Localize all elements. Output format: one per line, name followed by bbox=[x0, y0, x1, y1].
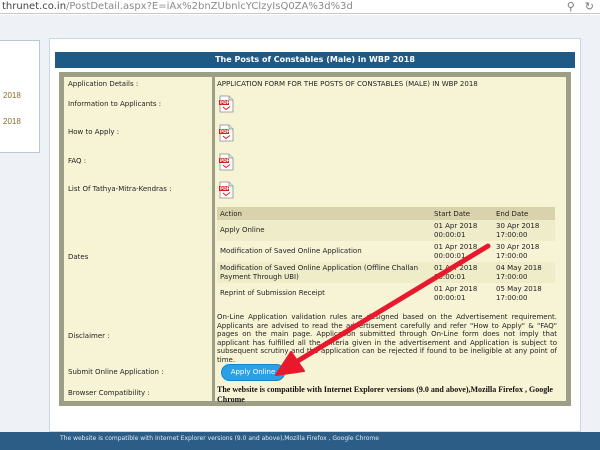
column-header-action: Action bbox=[217, 207, 431, 220]
dates-table-header: Action Start Date End Date bbox=[217, 207, 555, 220]
row-start: 01 Apr 2018 00:00:01 bbox=[431, 262, 493, 283]
pdf-icon-label: PDF bbox=[220, 158, 230, 163]
application-details-value: APPLICATION FORM FOR THE POSTS OF CONSTA… bbox=[217, 80, 478, 88]
end-date: 30 Apr 2018 bbox=[496, 242, 540, 251]
table-row: Reprint of Submission Receipt 01 Apr 201… bbox=[217, 283, 555, 304]
end-time: 17:00:00 bbox=[496, 272, 528, 281]
left-panel-year-2: 2018 bbox=[3, 117, 21, 126]
row-start: 01 Apr 2018 00:00:01 bbox=[431, 241, 493, 262]
disclaimer-text: On-Line Application validation rules are… bbox=[217, 313, 557, 364]
pdf-icon-label: PDF bbox=[220, 129, 230, 134]
pdf-icon-label: PDF bbox=[220, 186, 230, 191]
dates-table: Action Start Date End Date Apply Online … bbox=[217, 207, 555, 304]
browser-compatibility-text: The website is compatible with Internet … bbox=[217, 385, 553, 404]
column-divider bbox=[212, 77, 215, 401]
label-how-to-apply: How to Apply : bbox=[68, 128, 120, 136]
label-faq: FAQ : bbox=[68, 157, 87, 165]
label-disclaimer: Disclaimer : bbox=[68, 332, 110, 340]
pdf-icon[interactable]: PDF bbox=[219, 181, 234, 199]
footer-bar: The website is compatible with Internet … bbox=[0, 432, 600, 450]
end-date: 30 Apr 2018 bbox=[496, 221, 540, 230]
post-title: The Posts of Constables (Male) in WBP 20… bbox=[55, 52, 575, 68]
start-time: 00:00:01 bbox=[434, 230, 466, 239]
footer-text: The website is compatible with Internet … bbox=[60, 435, 379, 442]
start-date: 01 Apr 2018 bbox=[434, 284, 478, 293]
row-end: 05 May 2018 17:00:00 bbox=[493, 283, 555, 304]
end-date: 04 May 2018 bbox=[496, 263, 542, 272]
row-end: 30 Apr 2018 17:00:00 bbox=[493, 220, 555, 241]
pdf-icon[interactable]: PDF bbox=[219, 124, 234, 142]
start-time: 00:00:01 bbox=[434, 251, 466, 260]
end-time: 17:00:00 bbox=[496, 230, 528, 239]
end-time: 17:00:00 bbox=[496, 251, 528, 260]
start-time: 00:00:01 bbox=[434, 272, 466, 281]
url-path: /PostDetail.aspx?E=iAx%2bnZUbnlcYClzyIsQ… bbox=[66, 1, 353, 12]
start-time: 00:00:01 bbox=[434, 293, 466, 302]
table-row: Modification of Saved Online Application… bbox=[217, 262, 555, 283]
row-end: 04 May 2018 17:00:00 bbox=[493, 262, 555, 283]
search-icon[interactable]: ⚲ bbox=[567, 0, 575, 13]
table-row: Modification of Saved Online Application… bbox=[217, 241, 555, 262]
table-row: Apply Online 01 Apr 2018 00:00:01 30 Apr … bbox=[217, 220, 555, 241]
column-header-end-date: End Date bbox=[493, 207, 555, 220]
start-date: 01 Apr 2018 bbox=[434, 221, 478, 230]
post-details-box: Application Details : Information to App… bbox=[59, 72, 571, 406]
url-host: thrunet.co.in bbox=[2, 1, 67, 12]
label-application-details: Application Details : bbox=[68, 80, 139, 88]
label-submit-online: Submit Online Application : bbox=[68, 368, 164, 376]
left-panel-year: 2018 bbox=[3, 91, 21, 100]
row-action: Modification of Saved Online Application… bbox=[217, 262, 431, 283]
end-time: 17:00:00 bbox=[496, 293, 528, 302]
start-date: 01 Apr 2018 bbox=[434, 263, 478, 272]
label-information: Information to Applicants : bbox=[68, 100, 162, 108]
left-side-panel: 2018 2018 bbox=[0, 40, 40, 153]
row-start: 01 Apr 2018 00:00:01 bbox=[431, 283, 493, 304]
apply-online-button[interactable]: Apply Online bbox=[221, 364, 285, 381]
pdf-icon[interactable]: PDF bbox=[219, 153, 234, 171]
row-start: 01 Apr 2018 00:00:01 bbox=[431, 220, 493, 241]
row-end: 30 Apr 2018 17:00:00 bbox=[493, 241, 555, 262]
pdf-icon[interactable]: PDF bbox=[219, 95, 234, 113]
row-action: Reprint of Submission Receipt bbox=[220, 289, 325, 297]
address-bar[interactable]: thrunet.co.in/PostDetail.aspx?E=iAx%2bnZ… bbox=[0, 0, 600, 14]
reload-icon[interactable]: ↻ bbox=[585, 0, 594, 13]
row-action: Apply Online bbox=[217, 220, 431, 241]
start-date: 01 Apr 2018 bbox=[434, 242, 478, 251]
pdf-icon-label: PDF bbox=[220, 100, 230, 105]
label-tathya-mitra: List Of Tathya-Mitra-Kendras : bbox=[68, 185, 172, 193]
url-text[interactable]: thrunet.co.in/PostDetail.aspx?E=iAx%2bnZ… bbox=[2, 0, 353, 13]
label-browser-compatibility: Browser Compatibility : bbox=[68, 389, 150, 397]
column-header-start-date: Start Date bbox=[431, 207, 493, 220]
label-dates: Dates bbox=[68, 253, 89, 261]
row-action: Modification of Saved Online Application bbox=[220, 247, 362, 255]
end-date: 05 May 2018 bbox=[496, 284, 542, 293]
